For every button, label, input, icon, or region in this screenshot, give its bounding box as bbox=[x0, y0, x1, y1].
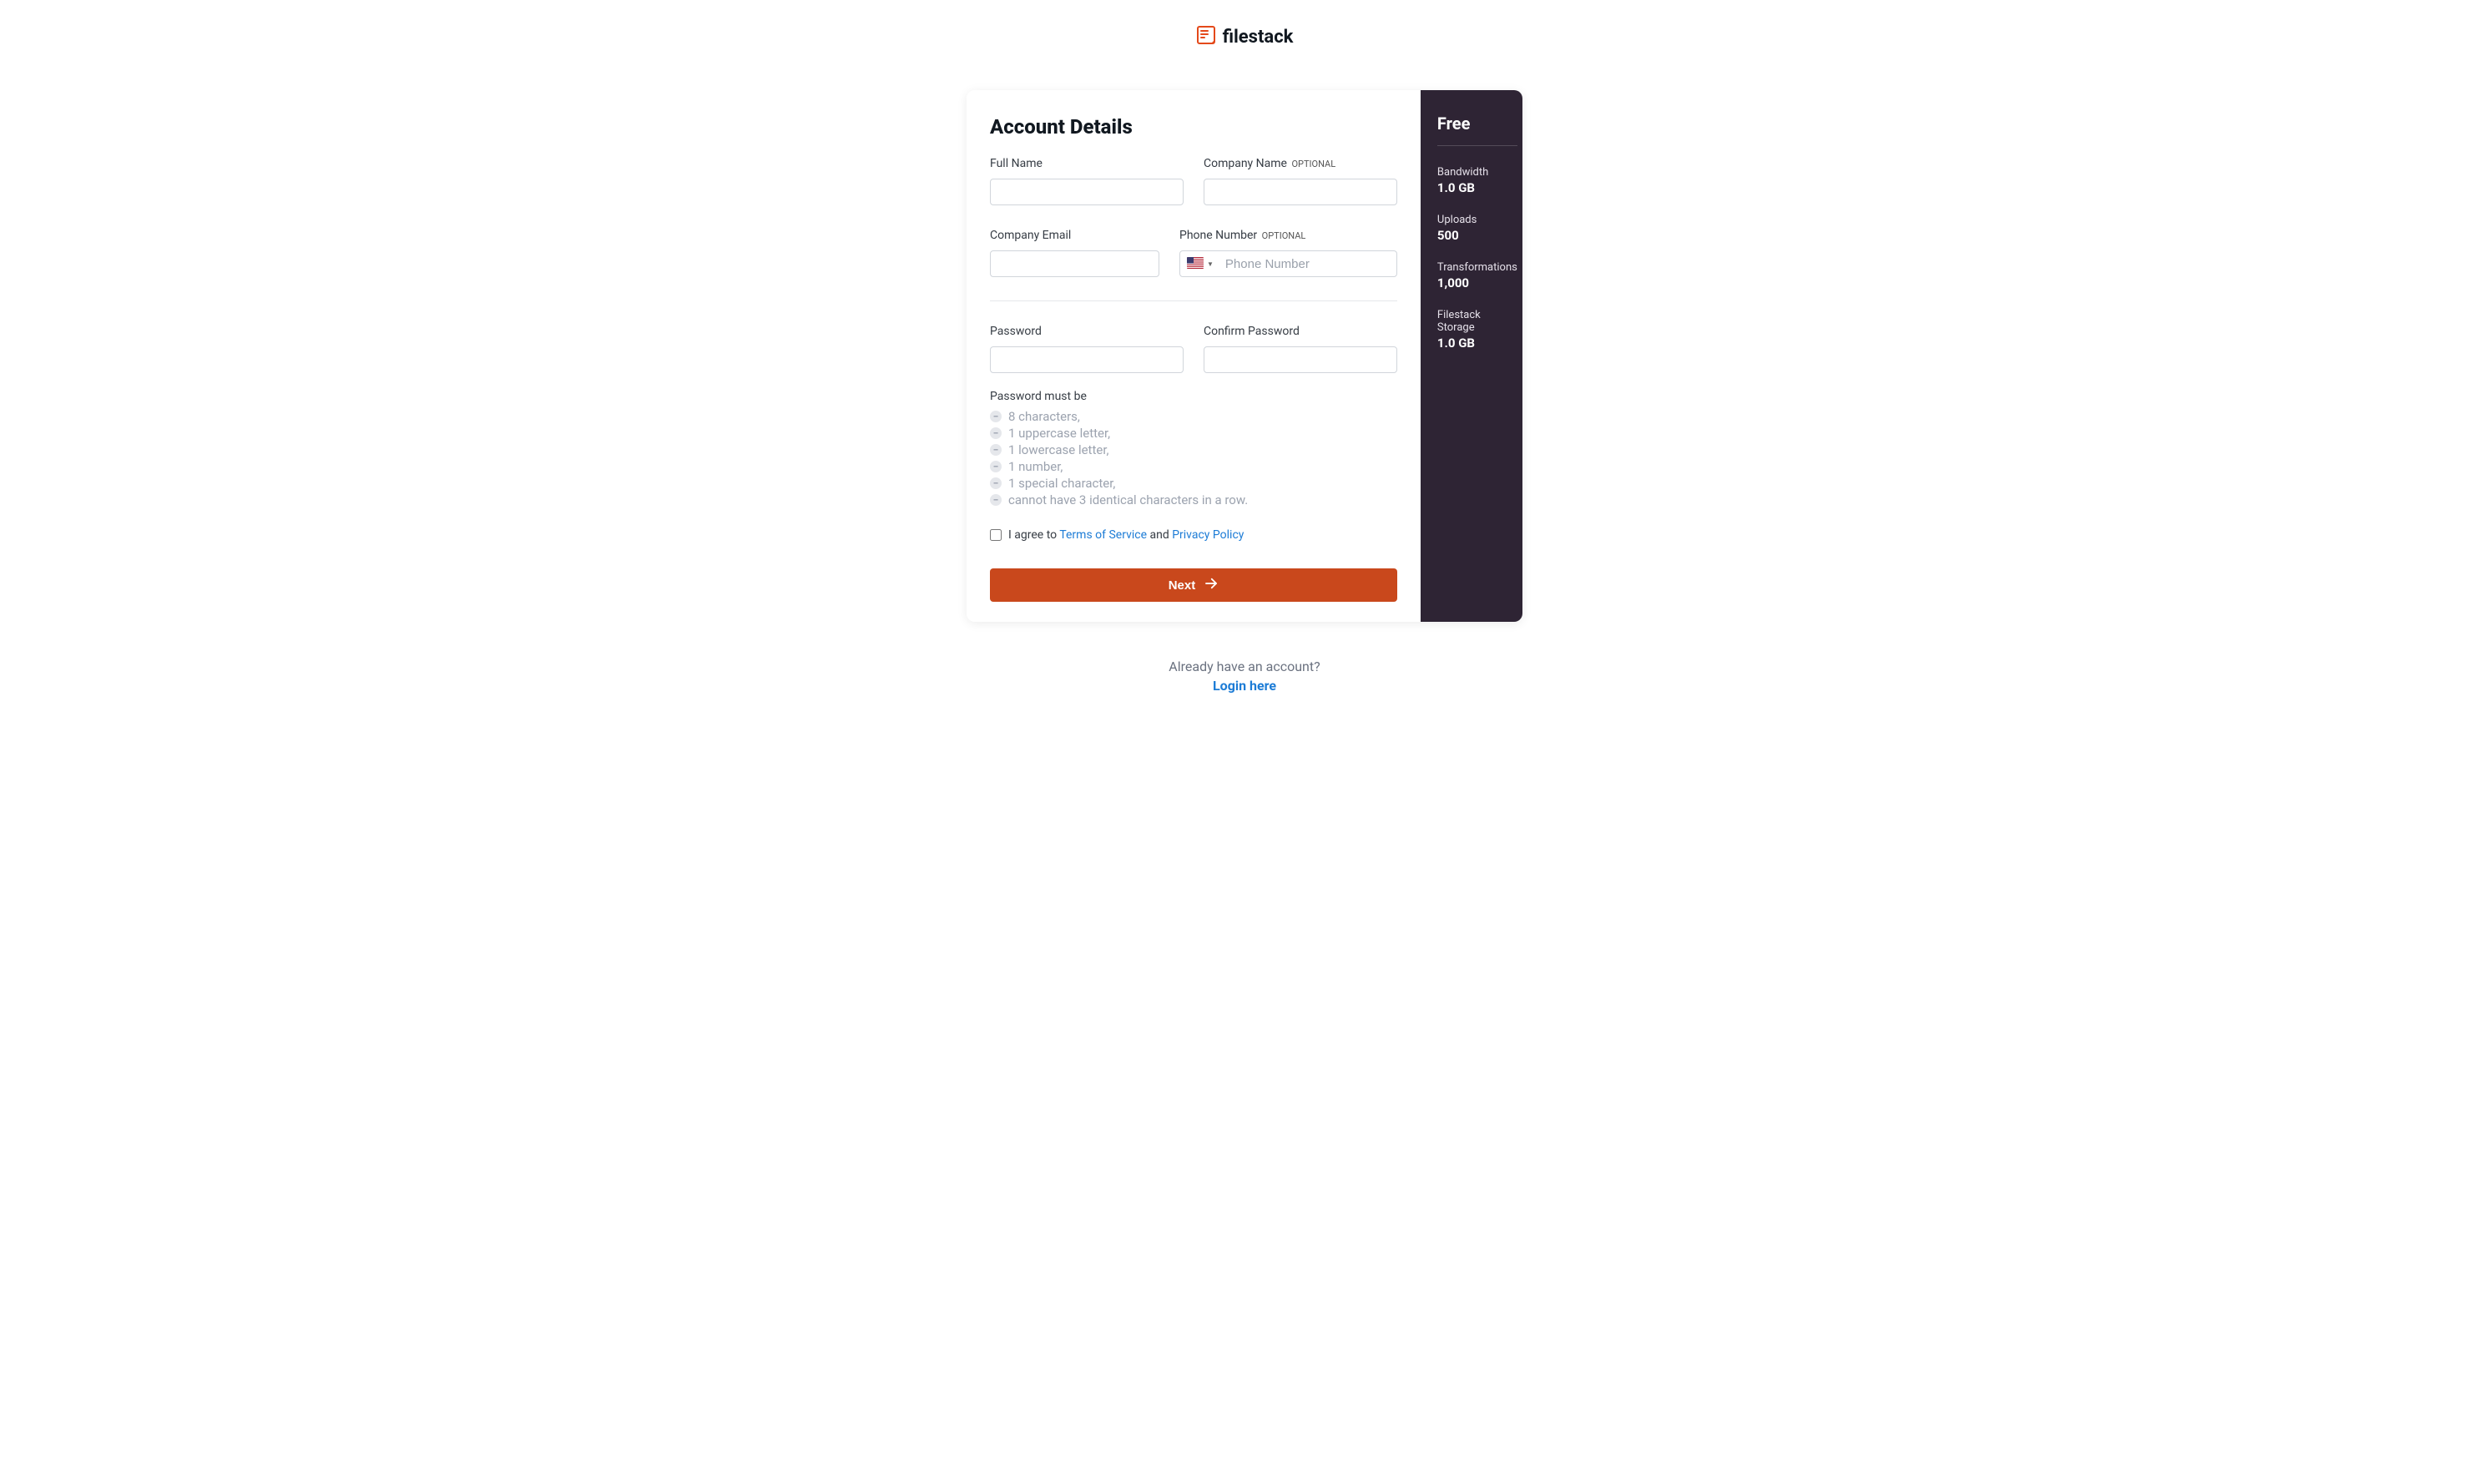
footer-text: Already have an account? bbox=[1169, 659, 1320, 674]
country-selector[interactable]: ▼ bbox=[1180, 256, 1220, 272]
stat-label: Filestack Storage bbox=[1437, 309, 1517, 334]
plan-name: Free bbox=[1437, 114, 1517, 134]
plan-stat: Transformations 1,000 bbox=[1437, 261, 1517, 290]
confirm-password-input[interactable] bbox=[1204, 346, 1397, 373]
password-label: Password bbox=[990, 325, 1184, 338]
confirm-password-field-group: Confirm Password bbox=[1204, 325, 1397, 373]
hint-bullet-icon: − bbox=[990, 444, 1002, 456]
tos-link[interactable]: Terms of Service bbox=[1059, 528, 1147, 542]
filestack-logo-icon bbox=[1196, 25, 1216, 48]
login-link[interactable]: Login here bbox=[1213, 678, 1276, 694]
stat-value: 1.0 GB bbox=[1437, 336, 1517, 351]
form-panel: Account Details Full Name Company Name O… bbox=[967, 90, 1421, 622]
stat-value: 1,000 bbox=[1437, 275, 1517, 290]
chevron-down-icon: ▼ bbox=[1207, 260, 1214, 268]
phone-input-wrapper: ▼ bbox=[1179, 250, 1397, 277]
company-email-input[interactable] bbox=[990, 250, 1159, 277]
password-hint-item: −8 characters, bbox=[990, 408, 1397, 425]
password-hint-item: −1 uppercase letter, bbox=[990, 425, 1397, 442]
plan-stat: Filestack Storage 1.0 GB bbox=[1437, 309, 1517, 351]
stat-label: Bandwidth bbox=[1437, 166, 1517, 179]
privacy-link[interactable]: Privacy Policy bbox=[1172, 528, 1244, 542]
optional-tag: OPTIONAL bbox=[1291, 159, 1335, 169]
signup-card: Account Details Full Name Company Name O… bbox=[967, 90, 1522, 622]
divider bbox=[990, 300, 1397, 301]
hint-bullet-icon: − bbox=[990, 427, 1002, 439]
password-hint-item: −1 lowercase letter, bbox=[990, 442, 1397, 458]
logo-text: filestack bbox=[1223, 27, 1294, 48]
agree-text: I agree to Terms of Service and Privacy … bbox=[1008, 528, 1244, 542]
page-title: Account Details bbox=[990, 115, 1397, 139]
stat-value: 1.0 GB bbox=[1437, 180, 1517, 195]
arrow-right-icon bbox=[1204, 576, 1219, 594]
us-flag-icon bbox=[1187, 256, 1204, 272]
logo: filestack bbox=[1196, 25, 1294, 48]
confirm-password-label: Confirm Password bbox=[1204, 325, 1397, 338]
stat-label: Transformations bbox=[1437, 261, 1517, 274]
password-field-group: Password bbox=[990, 325, 1184, 373]
footer: Already have an account? Login here bbox=[1169, 659, 1320, 694]
full-name-input[interactable] bbox=[990, 179, 1184, 205]
full-name-field-group: Full Name bbox=[990, 157, 1184, 205]
password-input[interactable] bbox=[990, 346, 1184, 373]
phone-input[interactable] bbox=[1220, 257, 1396, 271]
company-email-field-group: Company Email bbox=[990, 229, 1159, 277]
optional-tag: OPTIONAL bbox=[1262, 230, 1306, 241]
phone-label: Phone Number OPTIONAL bbox=[1179, 229, 1397, 242]
hint-bullet-icon: − bbox=[990, 477, 1002, 489]
password-hint-item: −cannot have 3 identical characters in a… bbox=[990, 492, 1397, 508]
hint-bullet-icon: − bbox=[990, 494, 1002, 506]
hint-bullet-icon: − bbox=[990, 411, 1002, 422]
company-name-input[interactable] bbox=[1204, 179, 1397, 205]
stat-value: 500 bbox=[1437, 228, 1517, 243]
password-hint-item: −1 special character, bbox=[990, 475, 1397, 492]
plan-stat: Bandwidth 1.0 GB bbox=[1437, 166, 1517, 195]
next-button[interactable]: Next bbox=[990, 568, 1397, 602]
agree-row: I agree to Terms of Service and Privacy … bbox=[990, 528, 1397, 542]
full-name-label: Full Name bbox=[990, 157, 1184, 170]
hint-bullet-icon: − bbox=[990, 461, 1002, 472]
plan-stat: Uploads 500 bbox=[1437, 214, 1517, 243]
company-name-field-group: Company Name OPTIONAL bbox=[1204, 157, 1397, 205]
password-hint-item: −1 number, bbox=[990, 458, 1397, 475]
stat-label: Uploads bbox=[1437, 214, 1517, 226]
password-hint-list: −8 characters, −1 uppercase letter, −1 l… bbox=[990, 408, 1397, 508]
plan-panel: Free Bandwidth 1.0 GB Uploads 500 Transf… bbox=[1421, 90, 1522, 622]
company-name-label: Company Name OPTIONAL bbox=[1204, 157, 1397, 170]
phone-field-group: Phone Number OPTIONAL bbox=[1179, 229, 1397, 277]
agree-checkbox[interactable] bbox=[990, 529, 1002, 541]
plan-divider bbox=[1437, 145, 1517, 146]
company-email-label: Company Email bbox=[990, 229, 1159, 242]
password-hint-title: Password must be bbox=[990, 390, 1397, 403]
